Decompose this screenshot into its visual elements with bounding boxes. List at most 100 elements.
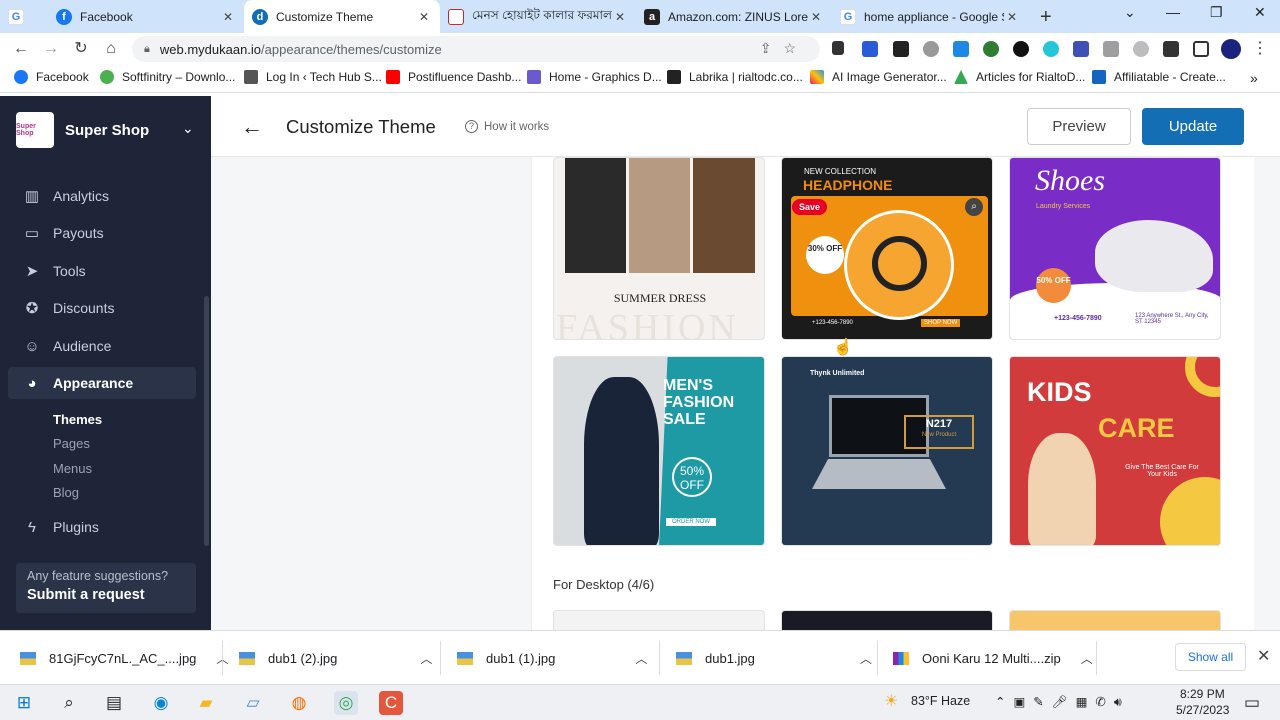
sidebar-item-discounts[interactable]: ✪ Discounts [8, 292, 196, 324]
download-item[interactable]: dub1 (2).jpg ︿ [239, 631, 432, 685]
banner-card-mens-fashion[interactable]: MEN'S FASHION SALE 50% OFF ORDER NOW [553, 356, 765, 546]
share-bookmark-icons[interactable]: ⇪☆ [760, 40, 808, 57]
profile-avatar[interactable] [1221, 39, 1241, 59]
chevron-up-icon[interactable]: ︿ [420, 650, 432, 667]
search-icon[interactable]: ⌕ [57, 691, 81, 715]
edge-icon[interactable]: ◉ [149, 691, 173, 715]
sidebar-item-tools[interactable]: ➤ Tools [8, 255, 196, 287]
banner-card-headphone[interactable]: NEW COLLECTION HEADPHONE Save ⌕ 30% OFF … [781, 157, 993, 340]
reload-icon[interactable]: ↻ [69, 37, 93, 61]
sidebar-subitem-pages[interactable]: Pages [53, 436, 90, 451]
puzzle-icon[interactable] [1163, 41, 1179, 57]
bookmark-softfinitry[interactable]: Softfinitry – Downlo... [100, 70, 235, 84]
chevron-up-icon[interactable]: ︿ [1081, 650, 1093, 667]
notifications-icon[interactable]: ▭ [1240, 691, 1264, 715]
shield-ext-icon[interactable] [862, 41, 878, 57]
bookmark-labrika[interactable]: Labrika | rialtodc.co... [667, 70, 803, 84]
camera-ext-icon[interactable] [1103, 41, 1119, 57]
download-item[interactable]: dub1.jpg ︿ [676, 631, 872, 685]
download-item[interactable]: Ooni Karu 12 Multi....zip ︿ [893, 631, 1093, 685]
submit-request-link[interactable]: Submit a request [27, 587, 185, 603]
close-tab-icon[interactable]: ✕ [220, 10, 236, 24]
globe-ext-icon[interactable] [923, 41, 939, 57]
store-switcher[interactable]: Super Shop Super Shop ⌄ [16, 112, 194, 148]
bookmark-postifluence[interactable]: Postifluence Dashb... [386, 70, 521, 84]
banner-card-summer-dress[interactable]: SUMMER DRESS FASHION [553, 157, 765, 340]
clock-time[interactable]: 8:29 PM [1180, 687, 1225, 701]
system-tray-icons[interactable]: ⌃▣✎🎤︎▦✆🔊︎ [995, 694, 1130, 710]
sidebar-subitem-menus[interactable]: Menus [53, 461, 92, 476]
app-icon[interactable]: ▱ [241, 691, 265, 715]
new-tab-button[interactable]: + [1040, 6, 1052, 29]
chrome-icon[interactable]: ◎ [334, 691, 358, 715]
sidebar-scrollbar[interactable] [204, 296, 209, 546]
openai-ext-icon[interactable] [1013, 41, 1029, 57]
update-button[interactable]: Update [1142, 108, 1244, 145]
close-tab-icon[interactable]: ✕ [808, 10, 824, 24]
banner-card-kids-care[interactable]: KIDS CARE Give The Best Care For Your Ki… [1009, 356, 1221, 546]
close-tab-icon[interactable]: ✕ [1004, 10, 1020, 24]
banner-card-shoes[interactable]: Shoes Laundry Services 50% OFF +123-456-… [1009, 157, 1221, 340]
banner-card-laptop[interactable]: Thynk Unlimited N217 New Product [781, 356, 993, 546]
bookmark-affiliatable[interactable]: Affiliatable - Create... [1092, 70, 1226, 84]
close-tab-icon[interactable]: ✕ [612, 10, 628, 24]
task-view-icon[interactable]: ▤ [102, 691, 126, 715]
home-icon[interactable]: ⌂ [99, 37, 123, 61]
chevron-up-icon[interactable]: ︿ [860, 650, 872, 667]
sidebar-subitem-themes[interactable]: Themes [53, 412, 102, 427]
back-arrow-icon[interactable]: ← [9, 37, 33, 61]
show-all-downloads-button[interactable]: Show all [1175, 643, 1246, 671]
forward-arrow-icon[interactable]: → [39, 37, 63, 61]
close-downloads-icon[interactable]: ✕ [1257, 646, 1270, 666]
close-tab-icon[interactable]: ✕ [416, 10, 432, 24]
weather-text[interactable]: 83°F Haze [911, 694, 970, 708]
back-arrow-icon[interactable]: ← [241, 114, 263, 140]
menu-dots-icon[interactable]: ⋮ [1248, 37, 1272, 61]
ext-icon[interactable] [1073, 41, 1089, 57]
firefox-icon[interactable]: ◍ [287, 691, 311, 715]
tab-search-icon[interactable]: ⌄ [1124, 4, 1136, 21]
sidebar-item-appearance[interactable]: ◕ Appearance [8, 367, 196, 399]
tab-google-search[interactable]: G home appliance - Google S ✕ [832, 0, 1028, 33]
bookmark-techhub[interactable]: Log In ‹ Tech Hub S... [244, 70, 382, 84]
sidebar-item-audience[interactable]: ☺ Audience [8, 330, 196, 362]
bookmark-graphics[interactable]: Home - Graphics D... [527, 70, 662, 84]
feature-request-card[interactable]: Any feature suggestions? Submit a reques… [16, 563, 196, 613]
clock-date[interactable]: 5/27/2023 [1176, 703, 1229, 717]
visual-search-icon[interactable]: ⌕ [965, 198, 983, 216]
address-bar[interactable]: 🔒︎ web.mydukaan.io/appearance/themes/cus… [132, 36, 820, 62]
sidebar-item-analytics[interactable]: ▥ Analytics [8, 180, 196, 212]
tab-google[interactable]: G [0, 0, 48, 33]
minimize-icon[interactable]: — [1166, 4, 1180, 20]
more-bookmarks-icon[interactable]: » [1250, 70, 1258, 86]
tab-amazon[interactable]: a Amazon.com: ZINUS Lorela ✕ [636, 0, 832, 33]
ext-icon[interactable] [1043, 41, 1059, 57]
download-manager-icon[interactable] [953, 41, 969, 57]
download-ext-icon[interactable] [832, 41, 844, 55]
app-red-icon[interactable]: C [379, 691, 403, 715]
sidepanel-icon[interactable] [1193, 41, 1209, 57]
bookmark-facebook[interactable]: Facebook [14, 70, 89, 84]
tab-customize-theme[interactable]: d Customize Theme ✕ [244, 0, 440, 33]
how-it-works-link[interactable]: ? How it works [465, 120, 549, 133]
bookmark-ai-image[interactable]: AI Image Generator... [810, 70, 947, 84]
desktop-banner-card[interactable] [781, 610, 993, 630]
pinterest-save-button[interactable]: Save [792, 199, 828, 215]
maximize-icon[interactable]: ❐ [1210, 4, 1223, 21]
windows-start-icon[interactable]: ⊞ [12, 691, 36, 715]
file-explorer-icon[interactable]: ▰ [194, 691, 218, 715]
tab-facebook[interactable]: f Facebook ✕ [48, 0, 244, 33]
close-window-icon[interactable]: ✕ [1254, 4, 1266, 21]
ext-icon[interactable] [893, 41, 909, 57]
ext-icon[interactable] [1133, 41, 1149, 57]
desktop-banner-card[interactable] [1009, 610, 1221, 630]
sidebar-item-plugins[interactable]: ϟ Plugins [8, 511, 196, 543]
bookmark-rialto[interactable]: Articles for RialtoD... [954, 70, 1085, 84]
tab-bangla-product[interactable]: মেনস হোয়াইট কালার ফরমাল ✕ [440, 0, 636, 33]
sidebar-subitem-blog[interactable]: Blog [53, 485, 79, 500]
preview-button[interactable]: Preview [1027, 108, 1131, 145]
desktop-banner-card[interactable] [553, 610, 765, 630]
chevron-up-icon[interactable]: ︿ [635, 650, 647, 667]
download-item[interactable]: 81GjFcyC7nL._AC_....jpg︿ [20, 631, 228, 685]
ext-icon[interactable] [983, 41, 999, 57]
